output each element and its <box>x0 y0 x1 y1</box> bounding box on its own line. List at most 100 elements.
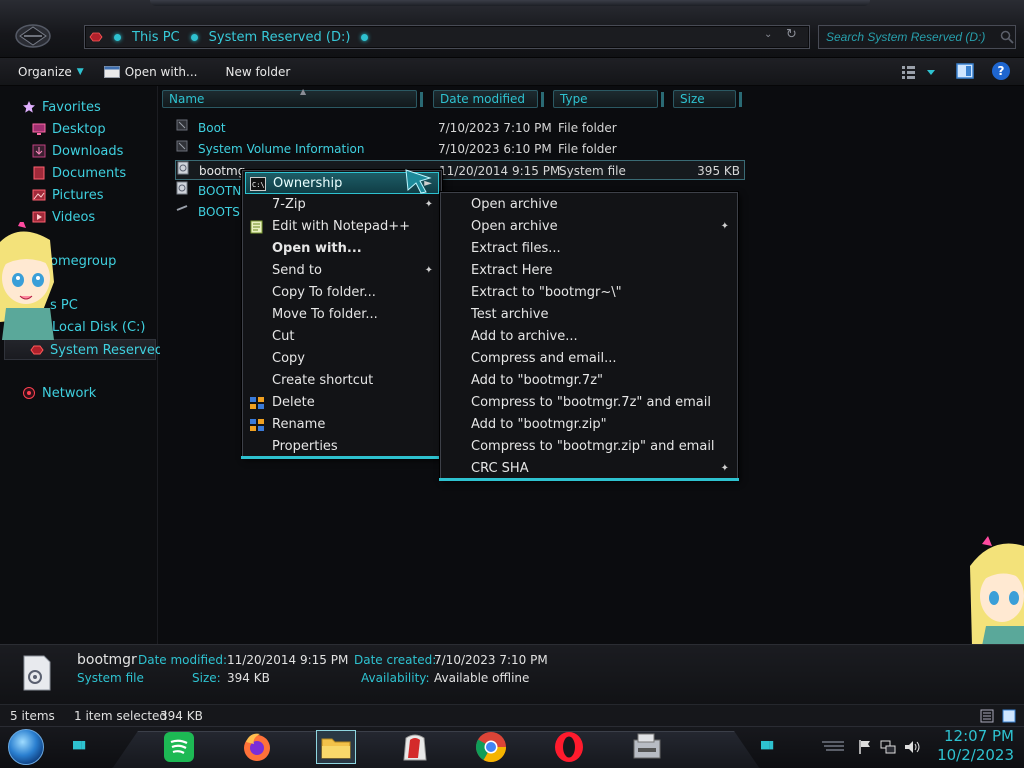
organize-button[interactable]: Organize ▼ <box>0 58 94 86</box>
file-name: BOOTSE <box>198 205 248 219</box>
menu-item-delete[interactable]: Delete <box>245 392 439 414</box>
large-icons-view-icon[interactable] <box>1002 709 1016 723</box>
character-decoration-left <box>0 222 54 340</box>
menu-item-create-shortcut[interactable]: Create shortcut <box>245 370 439 392</box>
menu-item-rename[interactable]: Rename <box>245 414 439 436</box>
zip-extract-to[interactable]: Extract to "bootmgr~\" <box>443 282 735 304</box>
file-row[interactable]: System Volume Information 7/10/2023 6:10… <box>175 139 745 159</box>
folder-icon <box>176 119 188 131</box>
details-view-icon[interactable] <box>980 709 994 723</box>
menu-item-label: 7-Zip <box>272 197 306 212</box>
nav-downloads[interactable]: Downloads <box>32 141 123 161</box>
search-input[interactable] <box>818 25 1016 49</box>
address-bar[interactable]: This PC System Reserved (D:) <box>84 25 810 49</box>
nav-homegroup[interactable]: omegroup <box>50 251 116 271</box>
menu-item-copy-to-folder[interactable]: Copy To folder... <box>245 282 439 304</box>
nav-label: Favorites <box>42 99 101 115</box>
help-icon[interactable]: ? <box>992 62 1010 80</box>
nav-favorites[interactable]: Favorites <box>22 97 101 117</box>
search-icon[interactable] <box>1000 30 1014 44</box>
file-type: File folder <box>558 121 617 135</box>
menu-item-edit-notepad[interactable]: Edit with Notepad++ <box>245 216 439 238</box>
nav-system-reserved[interactable]: System Reserved <box>30 340 163 360</box>
zip-extract-here[interactable]: Extract Here <box>443 260 735 282</box>
status-selected: 1 item selected <box>74 709 168 723</box>
details-size-label: Size: <box>192 671 221 685</box>
details-date-created: 7/10/2023 7:10 PM <box>434 653 548 667</box>
column-header-name[interactable]: Name <box>162 90 417 108</box>
zip-add-to-zip[interactable]: Add to "bootmgr.zip" <box>443 414 735 436</box>
details-pane: bootmgr System file Date modified: 11/20… <box>0 644 1024 704</box>
menu-item-send-to[interactable]: Send to ✦ <box>245 260 439 282</box>
volume-icon[interactable] <box>904 739 922 755</box>
column-header-size[interactable]: Size <box>673 90 736 108</box>
file-explorer-app-icon[interactable] <box>316 730 356 764</box>
column-header-date[interactable]: Date modified <box>433 90 538 108</box>
opera-app-icon[interactable] <box>552 730 586 764</box>
column-divider[interactable] <box>661 92 664 107</box>
action-center-flag-icon[interactable] <box>858 739 872 755</box>
new-folder-button[interactable]: New folder <box>207 58 300 86</box>
file-date: 11/20/2014 9:15 PM <box>439 164 561 178</box>
menu-item-properties[interactable]: Properties <box>245 436 439 458</box>
menu-item-move-to-folder[interactable]: Move To folder... <box>245 304 439 326</box>
nav-documents[interactable]: Documents <box>32 163 126 183</box>
nav-label: Local Disk (C:) <box>52 319 146 335</box>
details-availability: Available offline <box>434 671 530 685</box>
file-type: File folder <box>558 142 617 156</box>
nav-pictures[interactable]: Pictures <box>32 185 103 205</box>
zip-compress-email[interactable]: Compress and email... <box>443 348 735 370</box>
menu-item-label: Create shortcut <box>272 373 374 388</box>
menu-item-label: Test archive <box>471 307 549 322</box>
back-forward-nav-icon[interactable] <box>14 22 52 50</box>
zip-compress-7z-email[interactable]: Compress to "bootmgr.7z" and email <box>443 392 735 414</box>
breadcrumb-this-pc[interactable]: This PC <box>132 30 180 45</box>
column-divider[interactable] <box>541 92 544 107</box>
zip-open-archive-submenu[interactable]: Open archive ✦ <box>443 216 735 238</box>
refresh-icon[interactable]: ↻ <box>786 27 800 43</box>
context-menu: C:\ Ownership ► 7-Zip ✦ Edit with Notepa… <box>241 170 443 459</box>
breadcrumb-system-reserved[interactable]: System Reserved (D:) <box>209 30 351 45</box>
nav-network[interactable]: Network <box>22 383 96 403</box>
file-type: System file <box>559 164 626 178</box>
menu-item-label: Compress to "bootmgr.zip" and email <box>471 439 715 454</box>
column-header-type[interactable]: Type <box>553 90 658 108</box>
zip-open-archive[interactable]: Open archive <box>443 194 735 216</box>
clock-date[interactable]: 10/2/2023 <box>934 746 1014 764</box>
column-divider[interactable] <box>420 92 423 107</box>
menu-item-label: Add to archive... <box>471 329 578 344</box>
firefox-app-icon[interactable] <box>240 730 274 764</box>
spotify-app-icon[interactable] <box>162 730 196 764</box>
taskbar-decoration: ▮▮▮ <box>72 738 86 751</box>
zip-add-to-archive[interactable]: Add to archive... <box>443 326 735 348</box>
menu-item-copy[interactable]: Copy <box>245 348 439 370</box>
documents-icon <box>33 166 45 180</box>
menu-item-open-with[interactable]: Open with... <box>245 238 439 260</box>
chrome-app-icon[interactable] <box>474 730 508 764</box>
clock-time[interactable]: 12:07 PM <box>934 727 1014 745</box>
zip-add-to-7z[interactable]: Add to "bootmgr.7z" <box>443 370 735 392</box>
change-view-icon[interactable] <box>898 63 942 81</box>
details-date-modified: 11/20/2014 9:15 PM <box>227 653 349 667</box>
preview-pane-icon[interactable] <box>956 63 974 79</box>
menu-item-label: Copy To folder... <box>272 285 376 300</box>
zip-test-archive[interactable]: Test archive <box>443 304 735 326</box>
open-with-button[interactable]: Open with... <box>94 58 208 86</box>
zip-compress-zip-email[interactable]: Compress to "bootmgr.zip" and email <box>443 436 735 458</box>
menu-item-cut[interactable]: Cut <box>245 326 439 348</box>
title-edge-decoration <box>150 0 870 6</box>
start-button[interactable] <box>8 729 44 765</box>
menu-item-7zip[interactable]: 7-Zip ✦ <box>245 194 439 216</box>
zip-extract-files[interactable]: Extract files... <box>443 238 735 260</box>
nav-label: Pictures <box>52 187 104 203</box>
app-red-icon[interactable] <box>398 730 432 764</box>
utility-app-icon[interactable] <box>630 730 664 764</box>
file-row[interactable]: Boot 7/10/2023 7:10 PM File folder <box>175 118 745 138</box>
column-divider[interactable] <box>739 92 742 107</box>
address-history-chevron-icon[interactable]: ⌄ <box>764 29 776 43</box>
nav-desktop[interactable]: Desktop <box>32 119 106 139</box>
submenu-arrow-icon: ✦ <box>720 221 729 232</box>
zip-crc-sha[interactable]: CRC SHA ✦ <box>443 458 735 480</box>
network-tray-icon[interactable] <box>880 739 896 755</box>
details-date-created-label: Date created: <box>354 653 437 667</box>
